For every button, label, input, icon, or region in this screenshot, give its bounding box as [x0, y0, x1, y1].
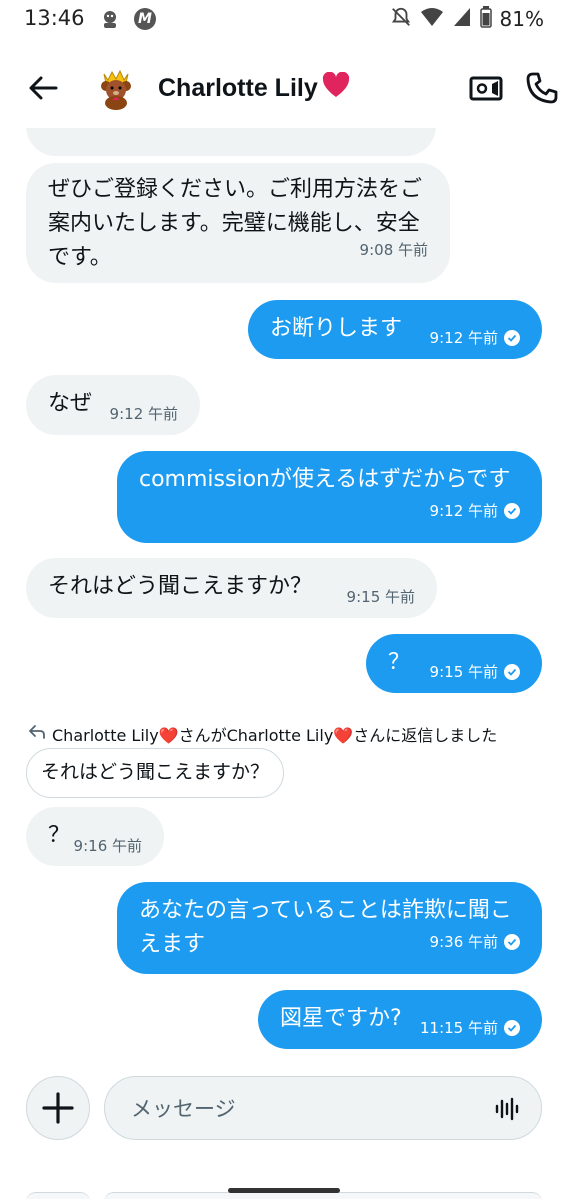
message-time: 9:12 午前 — [109, 405, 178, 423]
message-bubble-sent[interactable]: あなたの言っていることは詐欺に聞こえます 9:36 午前 — [117, 882, 542, 974]
message-text: お断りします — [270, 316, 403, 341]
conversation-header: Charlotte Lily — [0, 48, 568, 128]
message-time: 9:12 午前 — [429, 329, 498, 347]
add-media-button[interactable] — [26, 1076, 90, 1140]
message-meta: 9:12 午前 — [430, 321, 520, 355]
home-gesture-handle[interactable] — [228, 1188, 340, 1193]
contact-name[interactable]: Charlotte Lily — [158, 71, 350, 105]
heart-icon — [322, 71, 350, 105]
quoted-message[interactable]: それはどう聞こえますか？ — [26, 748, 285, 798]
message-placeholder: メッセージ — [131, 1097, 236, 1121]
message-composer: メッセージ — [0, 1070, 568, 1150]
voice-call-button[interactable] — [524, 70, 560, 106]
message-text: なぜ — [48, 391, 93, 416]
plus-icon — [41, 1091, 74, 1124]
system-nav-bar — [0, 1160, 568, 1199]
video-call-icon — [469, 76, 503, 101]
message-meta: 11:15 午前 — [420, 1011, 520, 1045]
message-text: commissionが使えるはずだからです — [139, 467, 511, 492]
message-meta: 9:15 午前 — [430, 655, 520, 689]
read-check-icon — [504, 664, 520, 680]
message-text: ？ — [48, 823, 71, 848]
message-list[interactable]: ぜひご登録ください。ご利用方法をご案内いたします。完璧に機能し、安全です。 9:… — [0, 128, 568, 1070]
message-bubble-received[interactable]: それはどう聞こえますか？ 9:15 午前 — [26, 558, 437, 618]
read-check-icon — [504, 934, 520, 950]
ghost-plus-edge — [26, 1192, 90, 1199]
message-bubble-sent[interactable]: ？ 9:15 午前 — [366, 634, 542, 693]
message-bubble-received[interactable] — [26, 128, 436, 156]
wifi-icon — [420, 6, 444, 32]
message-time: 9:15 午前 — [429, 663, 498, 681]
avatar[interactable] — [94, 66, 138, 110]
message-time: 9:15 午前 — [346, 588, 415, 606]
message-bubble-received[interactable]: ？ 9:16 午前 — [26, 807, 164, 866]
read-check-icon — [504, 503, 520, 519]
message-time: 9:36 午前 — [429, 933, 498, 951]
message-time: 11:15 午前 — [420, 1019, 498, 1037]
message-meta: 9:12 午前 — [430, 494, 520, 528]
message-bubble-sent[interactable]: 図星ですか? 11:15 午前 — [258, 990, 542, 1049]
status-bar: 13:46 M 81% — [0, 0, 568, 40]
m-app-icon: M — [134, 8, 156, 30]
message-time: 9:12 午前 — [429, 502, 498, 520]
message-bubble-received[interactable]: ぜひご登録ください。ご利用方法をご案内いたします。完璧に機能し、安全です。 9:… — [26, 163, 450, 283]
reply-context-text: Charlotte Lily❤️さんがCharlotte Lily❤️さんに返信… — [52, 726, 498, 745]
battery-icon — [479, 6, 492, 32]
back-arrow-icon — [29, 76, 58, 100]
bell-off-icon — [390, 6, 412, 32]
message-input[interactable]: メッセージ — [104, 1076, 542, 1140]
message-text: それはどう聞こえますか？ — [48, 574, 313, 599]
phone-icon — [526, 72, 558, 104]
video-call-button[interactable] — [468, 70, 504, 106]
read-check-icon — [504, 330, 520, 346]
message-meta: 9:36 午前 — [430, 925, 520, 959]
signal-icon — [452, 6, 472, 32]
contact-name-text: Charlotte Lily — [158, 74, 318, 102]
ghost-input-edge — [104, 1192, 542, 1199]
read-check-icon — [504, 1020, 520, 1036]
status-icons: 81% — [390, 6, 544, 32]
message-bubble-sent[interactable]: commissionが使えるはずだからです 9:12 午前 — [117, 451, 542, 543]
message-bubble-sent[interactable]: お断りします 9:12 午前 — [248, 300, 542, 359]
reply-arrow-icon — [28, 724, 46, 744]
message-text: 図星ですか? — [280, 1006, 402, 1031]
status-time: 13:46 — [24, 6, 85, 30]
message-bubble-received[interactable]: なぜ 9:12 午前 — [26, 375, 200, 435]
voice-wave-icon[interactable] — [493, 1095, 521, 1123]
app-notification-icon — [98, 7, 122, 31]
reply-context-note: Charlotte Lily❤️さんがCharlotte Lily❤️さんに返信… — [28, 722, 497, 746]
message-time: 9:16 午前 — [73, 837, 142, 855]
back-button[interactable] — [26, 70, 62, 106]
battery-level: 81% — [499, 7, 544, 31]
message-text: ？ — [388, 650, 411, 675]
message-time: 9:08 午前 — [359, 241, 428, 259]
